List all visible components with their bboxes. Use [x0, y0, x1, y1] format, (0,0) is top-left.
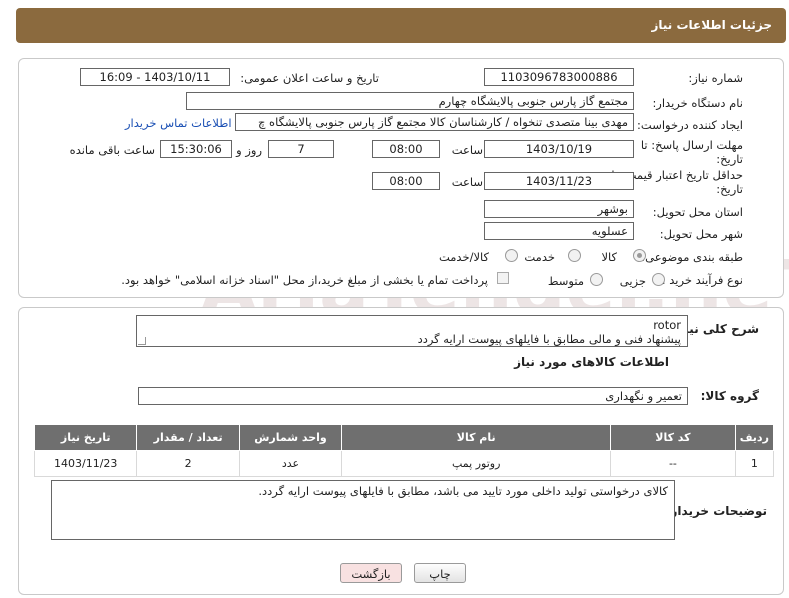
requester-label: ایجاد کننده درخواست:	[637, 118, 743, 132]
page-header: جزئیات اطلاعات نیاز	[16, 8, 786, 43]
cell-goods-code: --	[610, 450, 736, 477]
announce-datetime-label: تاریخ و ساعت اعلان عمومی:	[240, 71, 379, 85]
col-row-number: ردیف	[734, 424, 775, 451]
col-quantity: تعداد / مقدار	[136, 424, 240, 451]
requester-field[interactable]: مهدی بینا متصدی تنخواه / کارشناسان کالا …	[235, 113, 634, 131]
description-line-2: پیشنهاد فنی و مالی مطابق با فایلهای پیوس…	[417, 332, 681, 346]
category-radio-service[interactable]	[568, 249, 581, 262]
col-unit: واحد شمارش	[238, 424, 343, 451]
need-number-field[interactable]: 1103096783000886	[484, 68, 634, 86]
city-field[interactable]: عسلویه	[484, 222, 634, 240]
category-option-goods-service: کالا/خدمت	[438, 250, 489, 264]
days-field[interactable]: 7	[268, 140, 334, 158]
page-title: جزئیات اطلاعات نیاز	[651, 18, 772, 32]
category-option-service: خدمت	[524, 250, 555, 264]
back-button[interactable]: بازگشت	[340, 563, 402, 583]
table-row[interactable]: 1 -- روتور پمپ عدد 2 1403/11/23	[33, 450, 775, 477]
general-description-box[interactable]: rotor پیشنهاد فنی و مالی مطابق با فایلها…	[136, 315, 688, 347]
need-number-label: شماره نیاز:	[688, 71, 743, 85]
col-goods-name: نام کالا	[341, 424, 612, 451]
category-option-goods: کالا	[601, 250, 617, 264]
category-label: طبقه بندی موضوعی:	[641, 250, 743, 264]
city-label: شهر محل تحویل:	[659, 227, 743, 241]
col-goods-code: کد کالا	[610, 424, 736, 451]
days-label: روز و	[236, 143, 262, 157]
buyer-org-label: نام دستگاه خریدار:	[652, 96, 743, 110]
cell-goods-name: روتور پمپ	[341, 450, 612, 477]
description-line-1: rotor	[653, 318, 681, 332]
remaining-time-field[interactable]: 15:30:06	[160, 140, 232, 158]
process-radio-medium[interactable]	[590, 273, 603, 286]
cell-row-number: 1	[734, 450, 775, 477]
goods-table-header: ردیف کد کالا نام کالا واحد شمارش تعداد /…	[33, 424, 775, 451]
col-need-date: تاریخ نیاز	[33, 424, 138, 451]
deadline-time-field[interactable]: 08:00	[372, 140, 440, 158]
cell-unit: عدد	[238, 450, 343, 477]
category-radio-goods[interactable]	[633, 249, 646, 262]
province-label: استان محل تحویل:	[652, 205, 743, 219]
province-field[interactable]: بوشهر	[484, 200, 634, 218]
goods-group-label: گروه کالا:	[700, 389, 759, 403]
buyer-notes-text: کالای درخواستی تولید داخلی مورد تایید می…	[258, 484, 668, 498]
goods-info-title: اطلاعات کالاهای مورد نیاز	[514, 355, 669, 369]
process-option-medium: متوسط	[547, 274, 584, 288]
buyer-org-field[interactable]: مجتمع گاز پارس جنوبی پالایشگاه چهارم	[186, 92, 634, 110]
buyer-notes-box[interactable]: کالای درخواستی تولید داخلی مورد تایید می…	[51, 480, 675, 540]
deadline-time-label: ساعت	[451, 143, 483, 157]
deadline-label: مهلت ارسال پاسخ: تا تاریخ:	[640, 138, 743, 166]
print-button[interactable]: چاپ	[414, 563, 466, 583]
buyer-notes-label: توضیحات خریدار:	[665, 504, 767, 518]
cell-quantity: 2	[136, 450, 240, 477]
process-option-minor: جزیی	[619, 274, 646, 288]
goods-table: ردیف کد کالا نام کالا واحد شمارش تعداد /…	[33, 424, 775, 477]
resize-handle-icon[interactable]	[138, 337, 146, 345]
validity-date-field[interactable]: 1403/11/23	[484, 172, 634, 190]
process-radio-minor[interactable]	[652, 273, 665, 286]
remaining-time-label: ساعت باقی مانده	[69, 143, 155, 157]
validity-time-field[interactable]: 08:00	[372, 172, 440, 190]
validity-time-label: ساعت	[451, 175, 483, 189]
process-label: نوع فرآیند خرید :	[661, 273, 743, 287]
goods-group-field[interactable]: تعمیر و نگهداری	[138, 387, 688, 405]
announce-datetime-field[interactable]: 1403/10/11 - 16:09	[80, 68, 230, 86]
category-radio-goods-service[interactable]	[505, 249, 518, 262]
deadline-date-field[interactable]: 1403/10/19	[484, 140, 634, 158]
payment-note: پرداخت تمام یا بخشی از مبلغ خرید،از محل …	[121, 273, 488, 287]
buyer-contact-link[interactable]: اطلاعات تماس خریدار	[125, 116, 232, 130]
payment-checkbox[interactable]	[497, 272, 509, 284]
cell-need-date: 1403/11/23	[33, 450, 138, 477]
